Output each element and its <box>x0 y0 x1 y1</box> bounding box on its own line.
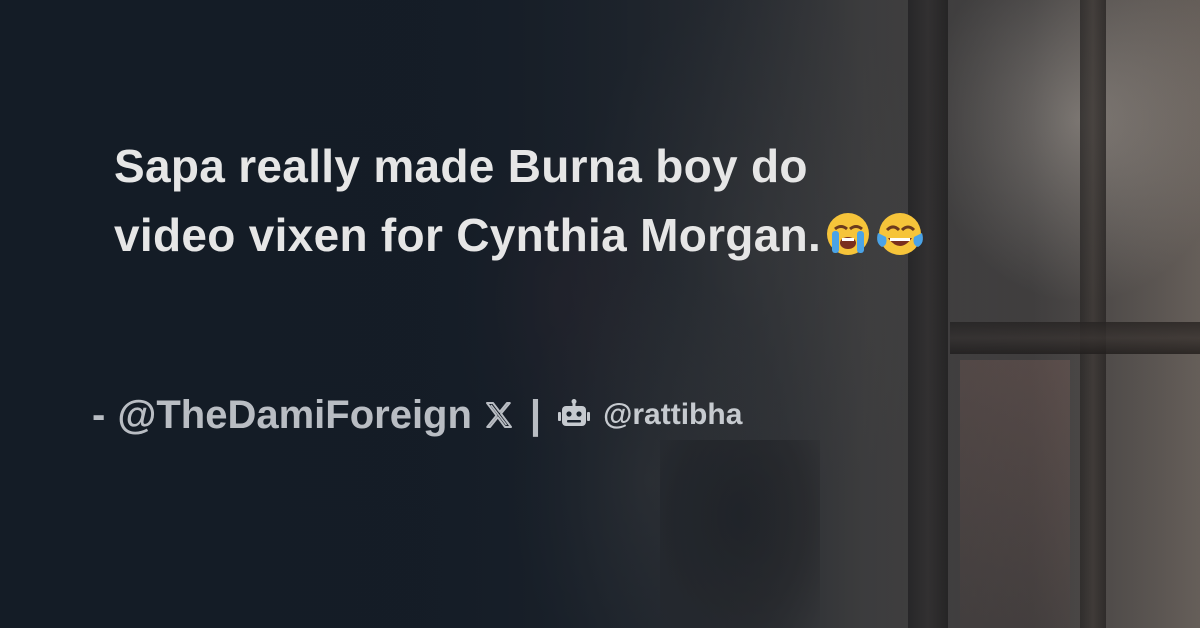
face-with-tears-of-joy-emoji-icon <box>877 213 923 255</box>
share-card: Sapa really made Burna boy do video vixe… <box>0 0 1200 628</box>
quote-line-2: video vixen for Cynthia Morgan. <box>114 209 822 261</box>
tweet-quote: Sapa really made Burna boy do video vixe… <box>114 132 1114 270</box>
loudly-crying-face-emoji-icon <box>827 213 870 255</box>
quote-line-1: Sapa really made Burna boy do <box>114 140 808 192</box>
attribution-dash: - <box>92 392 106 437</box>
x-logo-icon <box>485 402 512 428</box>
dark-overlay <box>0 0 1200 628</box>
robot-icon <box>558 399 591 426</box>
attribution-line: - @TheDamiForeign | @rattibha <box>92 390 742 440</box>
author-handle[interactable]: @TheDamiForeign <box>117 393 472 438</box>
site-handle[interactable]: @rattibha <box>603 398 742 432</box>
attribution-separator: | <box>529 392 542 437</box>
